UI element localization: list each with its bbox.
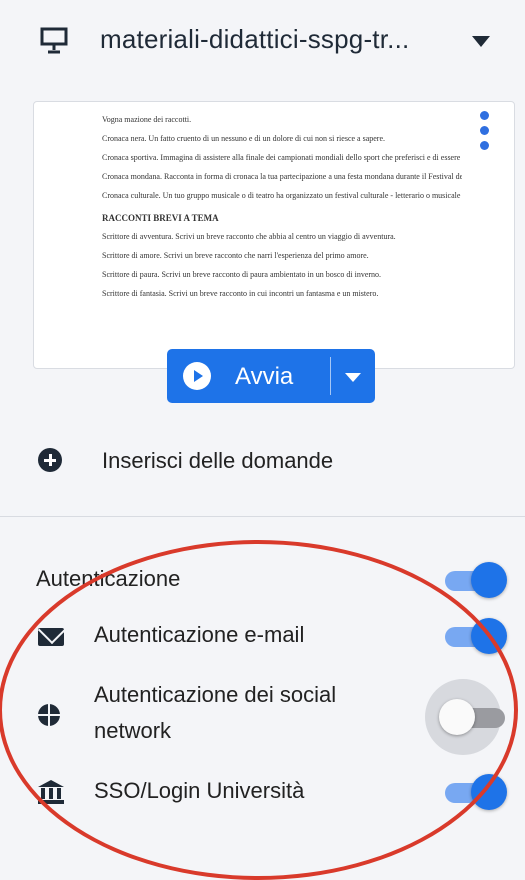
globe-icon [38, 704, 60, 726]
more-options-icon[interactable] [466, 102, 506, 160]
button-separator [330, 357, 331, 395]
doc-line: Cronaca mondana. Racconta in forma di cr… [102, 172, 462, 181]
divider [0, 516, 525, 517]
doc-line: Vogna mazione dei raccotti. [102, 115, 192, 124]
start-options-chevron-icon[interactable] [345, 373, 361, 382]
document-content: Vogna mazione dei raccotti. Cronaca nera… [102, 112, 462, 299]
doc-line: Cronaca culturale. Un tuo gruppo musical… [102, 191, 462, 200]
envelope-icon [38, 628, 64, 646]
start-button[interactable]: Avvia [167, 349, 375, 403]
auth-toggle[interactable] [443, 560, 507, 600]
social-auth-toggle[interactable] [425, 679, 507, 755]
sso-label: SSO/Login Università [94, 778, 305, 803]
sso-toggle[interactable] [443, 772, 507, 812]
add-questions-item[interactable]: Inserisci delle domande [38, 440, 498, 480]
start-button-label: Avvia [235, 363, 294, 390]
title-dropdown-icon[interactable] [472, 36, 490, 47]
email-auth-row: Autenticazione e-mail [0, 616, 525, 656]
plus-circle-icon [38, 448, 62, 472]
social-auth-label-line1: Autenticazione dei social [94, 682, 337, 707]
doc-bullet: Scrittore di avventura. Scrivi un breve … [102, 232, 396, 241]
doc-bullet: Scrittore di paura. Scrivi un breve racc… [102, 270, 382, 279]
university-icon [38, 780, 64, 804]
add-questions-label: Inserisci delle domande [102, 448, 334, 473]
doc-bullet: Scrittore di fantasia. Scrivi un breve r… [102, 289, 379, 298]
play-icon [183, 362, 211, 390]
presentation-title[interactable]: materiali-didattici-sspg-tr... [100, 24, 409, 55]
social-auth-row: Autenticazione dei social network [0, 679, 525, 755]
sso-row: SSO/Login Università [0, 772, 525, 812]
doc-line: Cronaca nera. Un fatto cruento di un nes… [102, 134, 386, 143]
auth-label: Autenticazione [36, 566, 181, 591]
header: materiali-didattici-sspg-tr... [0, 0, 525, 90]
email-auth-label: Autenticazione e-mail [94, 622, 305, 647]
social-auth-label-line2: network [94, 718, 172, 743]
presentation-icon [40, 27, 68, 54]
doc-line: Cronaca sportiva. Immagina di assistere … [102, 153, 462, 162]
auth-row: Autenticazione [0, 560, 525, 600]
email-auth-toggle[interactable] [443, 616, 507, 656]
doc-heading: RACCONTI BREVI A TEMA [102, 213, 219, 223]
slide-preview[interactable]: Vogna mazione dei raccotti. Cronaca nera… [33, 101, 515, 369]
doc-bullet: Scrittore di amore. Scrivi un breve racc… [102, 251, 369, 260]
